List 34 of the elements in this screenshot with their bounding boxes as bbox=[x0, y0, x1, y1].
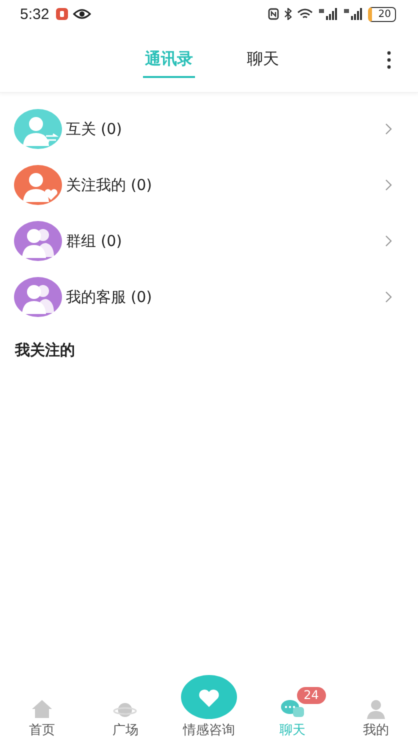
status-time: 5:32 bbox=[20, 6, 50, 22]
contact-label: 互关 (0) bbox=[66, 120, 124, 138]
chevron-icon bbox=[385, 179, 392, 191]
planet-icon bbox=[113, 701, 138, 719]
wifi-icon bbox=[297, 8, 314, 20]
notification-icon bbox=[56, 8, 68, 20]
nav-item[interactable]: 广场 bbox=[84, 685, 168, 739]
signal-icon bbox=[318, 8, 338, 20]
signal-icon bbox=[343, 8, 364, 20]
contact-row[interactable]: 互关 (0) bbox=[0, 101, 418, 157]
chat-icon bbox=[280, 699, 305, 719]
contact-label: 我的客服 (0) bbox=[66, 288, 154, 306]
contact-row[interactable]: 群组 (0) bbox=[0, 213, 418, 269]
bluetooth-icon bbox=[284, 8, 292, 20]
contact-row[interactable]: 我的客服 (0) bbox=[0, 269, 418, 325]
unread-badge: 24 bbox=[296, 687, 326, 704]
contact-row[interactable]: 关注我的 (0) bbox=[0, 157, 418, 213]
person-icon bbox=[366, 699, 386, 719]
nav-item[interactable]: 首页 bbox=[0, 685, 84, 739]
eye-icon bbox=[73, 8, 92, 20]
chevron-icon bbox=[385, 123, 392, 135]
chevron-icon bbox=[385, 291, 392, 303]
more-icon[interactable] bbox=[387, 51, 391, 69]
contact-label: 群组 (0) bbox=[66, 232, 124, 250]
nav-item[interactable]: 情感咨询 bbox=[167, 663, 251, 739]
nav-item[interactable]: 我的 bbox=[334, 685, 418, 739]
home-icon bbox=[30, 699, 53, 719]
section-title: 我关注的 bbox=[14, 340, 76, 360]
contact-label: 关注我的 (0) bbox=[66, 176, 154, 194]
heart-button-icon bbox=[180, 675, 237, 719]
chevron-icon bbox=[385, 235, 392, 247]
nfc-icon bbox=[268, 8, 280, 20]
battery-indicator: 20 bbox=[368, 6, 396, 22]
tab[interactable]: 聊天 bbox=[245, 42, 281, 78]
